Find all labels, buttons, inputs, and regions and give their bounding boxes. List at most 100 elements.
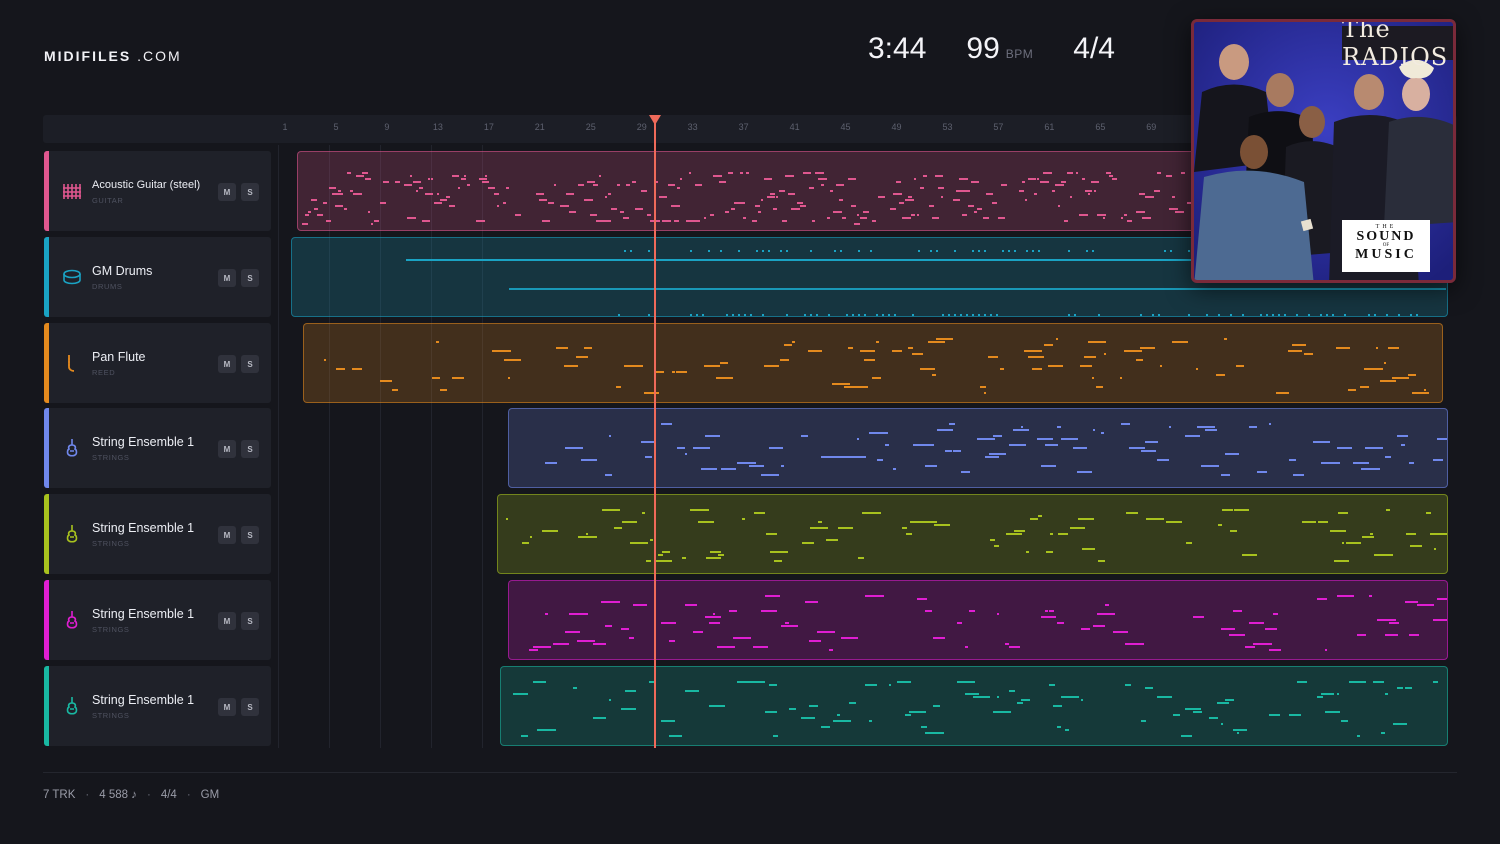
flute-icon [62,353,82,373]
track-header[interactable]: String Ensemble 1 STRINGS M S [44,580,271,660]
mute-button[interactable]: M [218,526,236,544]
ruler-tick: 45 [840,122,851,132]
ruler-tick: 61 [1044,122,1055,132]
duration-value: 3:44 [868,32,927,65]
guitar-fret-icon [62,181,82,201]
track-category: GUITAR [92,196,124,205]
footer-standard: GM [200,789,220,801]
grid-line [278,145,279,748]
track-name: Pan Flute [92,350,146,364]
violin-icon [62,610,82,630]
track-header[interactable]: Pan Flute REED M S [44,323,271,403]
solo-button[interactable]: S [241,526,259,544]
mute-button[interactable]: M [218,355,236,373]
album-cover: The RADIOS THE SOUND OF MUSIC [1191,19,1456,283]
drum-icon [62,267,82,287]
track-lane[interactable] [303,323,1443,403]
logo-light: .COM [137,48,182,64]
mute-button[interactable]: M [218,269,236,287]
track-category: REED [92,368,116,377]
track-header[interactable]: String Ensemble 1 STRINGS M S [44,494,271,574]
track-category: STRINGS [92,453,130,462]
track-color-bar [44,580,49,660]
track-name: String Ensemble 1 [92,435,195,449]
track-category: STRINGS [92,539,130,548]
violin-icon [62,524,82,544]
track-header[interactable]: Acoustic Guitar (steel) GUITAR M S [44,151,271,231]
bpm-value: 99 [966,32,1000,65]
track-lane[interactable] [497,494,1448,574]
logo-bold: MIDIFILES [44,48,132,64]
footer-meter: 4/4 [160,789,177,801]
track-color-bar [44,408,49,488]
ruler-tick: 41 [789,122,800,132]
track-color-bar [44,666,49,746]
track-name: String Ensemble 1 [92,693,195,707]
track-color-bar [44,494,49,574]
track-lane[interactable] [500,666,1448,746]
ruler-tick: 25 [585,122,596,132]
ruler-tick: 37 [738,122,749,132]
ruler-tick: 5 [333,122,339,132]
solo-button[interactable]: S [241,698,259,716]
track-color-bar [44,151,49,231]
note-pattern [513,681,1438,737]
note-pattern [545,423,1447,476]
track-color-bar [44,323,49,403]
solo-button[interactable]: S [241,183,259,201]
note-pattern [529,595,1447,651]
mute-button[interactable]: M [218,612,236,630]
ruler-tick: 53 [942,122,953,132]
cover-band-name: The RADIOS [1342,22,1453,71]
cover-title-box: THE SOUND OF MUSIC [1342,220,1430,272]
track-header[interactable]: String Ensemble 1 STRINGS M S [44,408,271,488]
ruler-tick: 57 [993,122,1004,132]
file-summary: 7 TRK · 4 588 ♪ · 4/4 · GM [43,789,220,801]
cover-title-sound: SOUND [1356,229,1416,244]
ruler-tick: 9 [384,122,390,132]
ruler-tick: 33 [687,122,698,132]
footer-track-count: 7 TRK [43,789,76,801]
grid-line [482,145,483,748]
track-category: DRUMS [92,282,123,291]
ruler-tick: 13 [432,122,443,132]
track-lane[interactable] [508,408,1448,488]
grid-line [431,145,432,748]
track-category: STRINGS [92,711,130,720]
ruler-tick: 29 [636,122,647,132]
track-lane[interactable] [508,580,1448,660]
note-pattern [506,509,1447,562]
grid-line [380,145,381,748]
time-signature-value: 4/4 [1073,32,1115,65]
track-name: String Ensemble 1 [92,521,195,535]
footer-note-count: 4 588 ♪ [99,789,137,801]
track-name: Acoustic Guitar (steel) [92,179,201,191]
ruler-tick: 1 [282,122,288,132]
grid-line [329,145,330,748]
track-header[interactable]: GM Drums DRUMS M S [44,237,271,317]
note-pattern [324,338,1429,394]
solo-button[interactable]: S [241,612,259,630]
mute-button[interactable]: M [218,698,236,716]
ruler-tick: 69 [1146,122,1157,132]
mute-button[interactable]: M [218,440,236,458]
ruler-tick: 49 [891,122,902,132]
solo-button[interactable]: S [241,440,259,458]
ruler-tick: 21 [534,122,545,132]
track-name: GM Drums [92,264,153,278]
cover-title-music: MUSIC [1355,247,1417,262]
playhead[interactable] [654,118,656,748]
track-header[interactable]: String Ensemble 1 STRINGS M S [44,666,271,746]
track-color-bar [44,237,49,317]
bpm-label: BPM [1005,47,1034,61]
ruler-tick: 65 [1095,122,1106,132]
site-logo[interactable]: MIDIFILES .COM [44,48,182,64]
song-stats: 3:44 99 BPM 4/4 [868,32,1115,66]
mute-button[interactable]: M [218,183,236,201]
footer-divider [43,772,1457,773]
solo-button[interactable]: S [241,269,259,287]
solo-button[interactable]: S [241,355,259,373]
ruler-tick: 17 [483,122,494,132]
violin-icon [62,696,82,716]
track-category: STRINGS [92,625,130,634]
